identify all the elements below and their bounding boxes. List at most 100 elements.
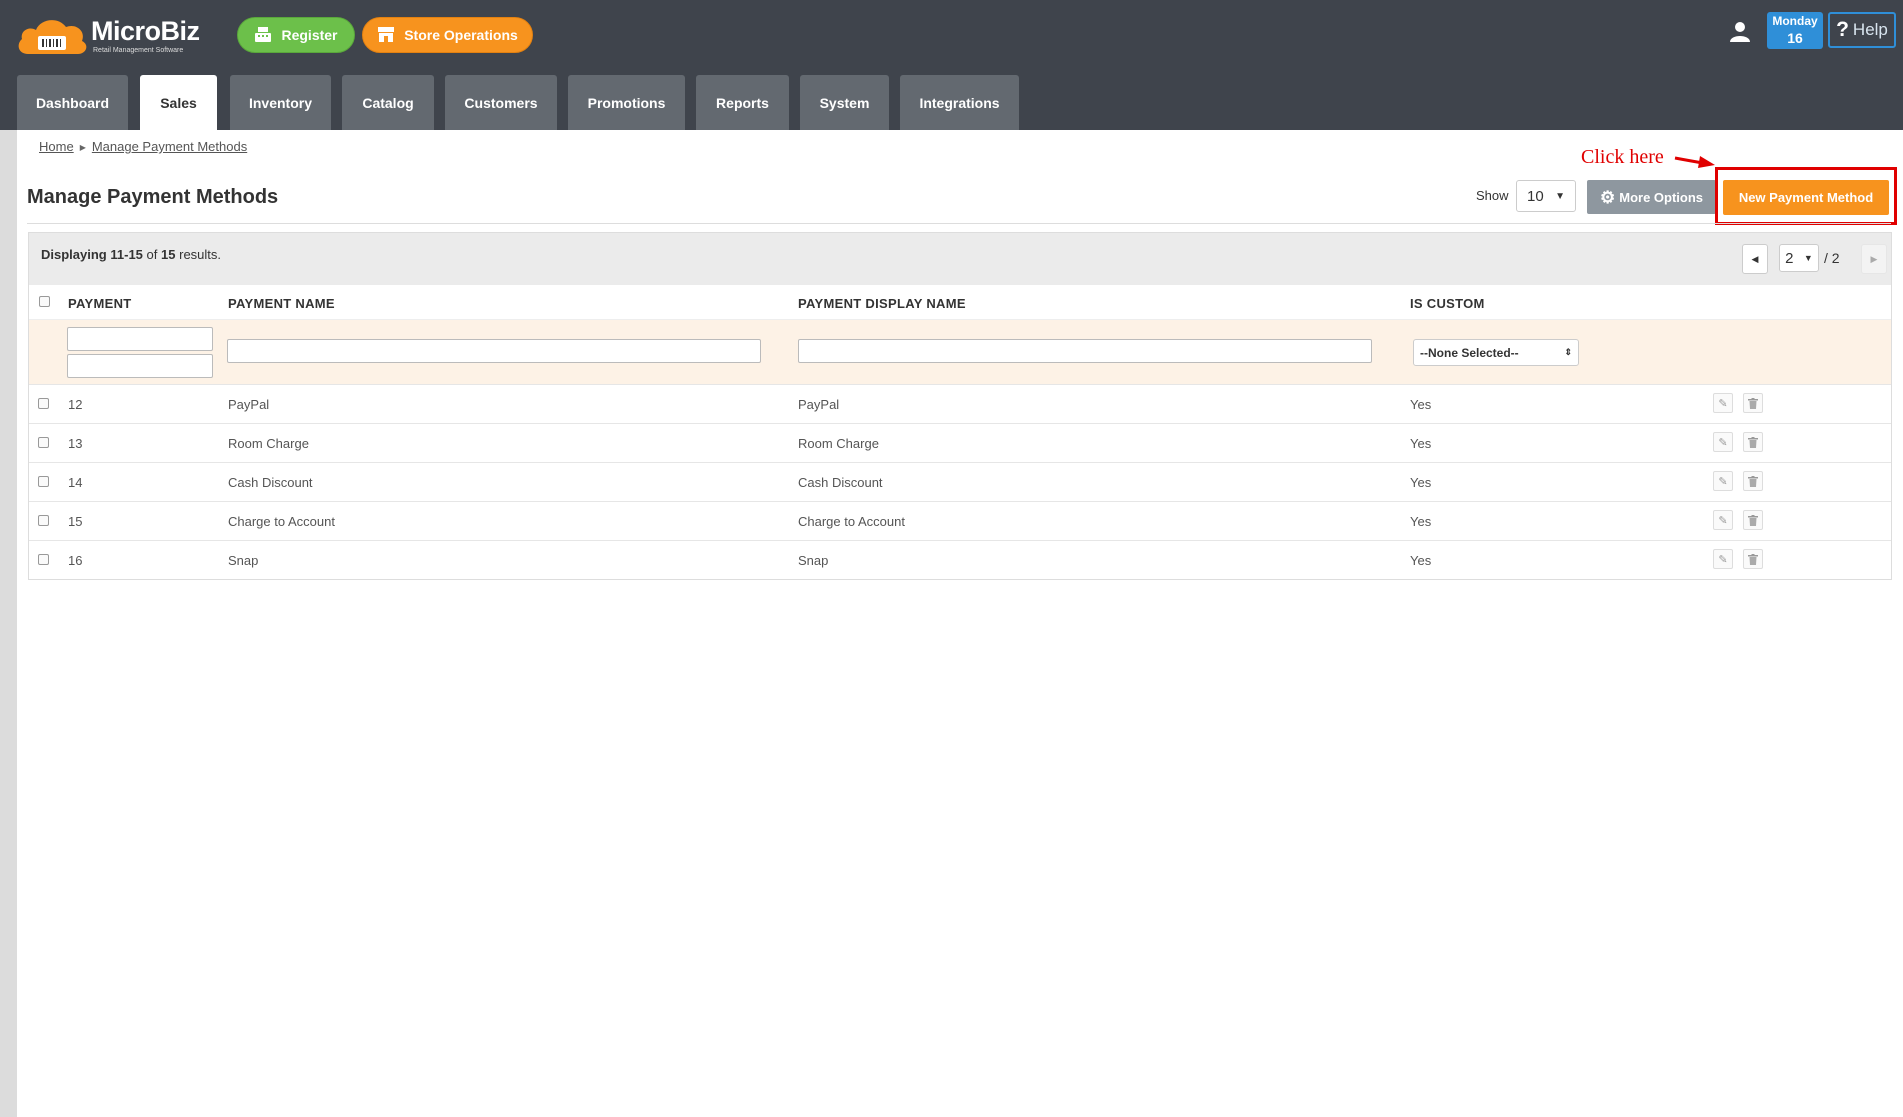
column-header-payment-display-name[interactable]: PAYMENT DISPLAY NAME <box>798 296 966 311</box>
table-row[interactable]: 16 Snap Snap Yes ✎ <box>29 541 1891 579</box>
payment-display-name-cell: Cash Discount <box>798 475 883 490</box>
column-header-row: PAYMENT PAYMENT NAME PAYMENT DISPLAY NAM… <box>29 285 1891 320</box>
store-operations-label: Store Operations <box>404 27 518 43</box>
question-mark-icon: ? <box>1836 18 1849 41</box>
trash-icon <box>1748 475 1758 487</box>
more-options-label: More Options <box>1619 189 1704 205</box>
payment-id-cell: 13 <box>68 436 83 451</box>
payment-id-from-filter[interactable] <box>67 327 213 351</box>
date-number: 16 <box>1787 30 1803 46</box>
top-header: MicroBiz Retail Management Software Regi… <box>0 0 1903 130</box>
show-per-page-value: 10 <box>1527 187 1544 205</box>
tab-inventory[interactable]: Inventory <box>230 75 331 130</box>
tab-promotions[interactable]: Promotions <box>568 75 685 130</box>
date-badge[interactable]: Monday 16 <box>1767 12 1823 49</box>
payment-id-cell: 16 <box>68 553 83 568</box>
payment-id-to-filter[interactable] <box>67 354 213 378</box>
edit-button[interactable]: ✎ <box>1713 393 1733 413</box>
caret-down-icon: ▼ <box>1803 253 1813 263</box>
edit-button[interactable]: ✎ <box>1713 432 1733 452</box>
column-header-payment-name[interactable]: PAYMENT NAME <box>228 296 335 311</box>
payment-display-name-filter[interactable] <box>798 339 1372 363</box>
register-label: Register <box>281 27 338 43</box>
tab-catalog[interactable]: Catalog <box>342 75 434 130</box>
left-edge-bar <box>0 0 17 1117</box>
payment-id-cell: 14 <box>68 475 83 490</box>
payment-name-cell: Room Charge <box>228 436 309 451</box>
filter-row: --None Selected-- ⇕ <box>29 320 1891 385</box>
payment-display-name-cell: PayPal <box>798 397 840 412</box>
page-title: Manage Payment Methods <box>27 186 279 208</box>
row-checkbox[interactable] <box>38 554 49 565</box>
payment-name-cell: Charge to Account <box>228 514 335 529</box>
column-header-is-custom[interactable]: IS CUSTOM <box>1410 296 1485 311</box>
page-select[interactable]: 2 ▼ <box>1779 244 1819 272</box>
brand-tagline: Retail Management Software <box>93 47 184 54</box>
delete-button[interactable] <box>1743 510 1763 530</box>
results-summary-of: of <box>146 247 158 262</box>
trash-icon <box>1748 397 1758 409</box>
row-checkbox[interactable] <box>38 437 49 448</box>
tab-customers[interactable]: Customers <box>445 75 557 130</box>
table-row[interactable]: 12 PayPal PayPal Yes ✎ <box>29 385 1891 424</box>
page-current: 2 <box>1785 249 1794 267</box>
pencil-icon: ✎ <box>1718 553 1728 566</box>
results-summary: Displaying 11-15 of 15 results. <box>41 247 221 262</box>
delete-button[interactable] <box>1743 393 1763 413</box>
delete-button[interactable] <box>1743 432 1763 452</box>
edit-button[interactable]: ✎ <box>1713 471 1733 491</box>
show-label: Show <box>1476 188 1509 203</box>
select-all-checkbox[interactable] <box>39 296 50 307</box>
breadcrumb-separator-icon: ▶ <box>79 143 86 152</box>
breadcrumb-home-link[interactable]: Home <box>39 139 74 154</box>
pencil-icon: ✎ <box>1718 397 1728 410</box>
pencil-icon: ✎ <box>1718 475 1728 488</box>
payment-name-cell: PayPal <box>228 397 270 412</box>
show-per-page-select[interactable]: 10 ▼ <box>1516 180 1576 212</box>
results-summary-total: 15 <box>161 247 176 262</box>
store-icon <box>378 27 395 42</box>
user-icon[interactable] <box>1728 20 1752 44</box>
breadcrumb-current-link[interactable]: Manage Payment Methods <box>92 139 247 154</box>
next-page-button[interactable]: ▶ <box>1861 244 1887 274</box>
payment-id-cell: 12 <box>68 397 83 412</box>
date-day: Monday <box>1772 14 1818 28</box>
column-header-payment[interactable]: PAYMENT <box>68 296 132 311</box>
delete-button[interactable] <box>1743 471 1763 491</box>
tab-reports[interactable]: Reports <box>696 75 789 130</box>
tab-sales[interactable]: Sales <box>140 75 217 130</box>
tab-integrations[interactable]: Integrations <box>900 75 1019 130</box>
logo[interactable]: MicroBiz Retail Management Software <box>16 12 206 56</box>
click-here-annotation: Click here <box>1581 146 1664 168</box>
is-custom-filter-select[interactable]: --None Selected-- ⇕ <box>1413 339 1579 366</box>
row-checkbox[interactable] <box>38 515 49 526</box>
up-down-caret-icon: ⇕ <box>1564 347 1572 357</box>
is-custom-cell: Yes <box>1410 436 1432 451</box>
more-options-button[interactable]: ⚙ More Options <box>1587 180 1716 214</box>
payment-methods-grid: Displaying 11-15 of 15 results. ◀ 2 ▼ / … <box>28 232 1892 580</box>
tab-dashboard[interactable]: Dashboard <box>17 75 128 130</box>
title-divider <box>27 223 1891 224</box>
delete-button[interactable] <box>1743 549 1763 569</box>
previous-page-button[interactable]: ◀ <box>1742 244 1768 274</box>
table-row[interactable]: 13 Room Charge Room Charge Yes ✎ <box>29 424 1891 463</box>
gear-icon: ⚙ <box>1599 187 1616 207</box>
caret-left-icon: ◀ <box>1751 253 1759 264</box>
help-button[interactable]: ? Help <box>1828 12 1896 48</box>
edit-button[interactable]: ✎ <box>1713 549 1733 569</box>
register-button[interactable]: Register <box>237 17 355 53</box>
tab-system[interactable]: System <box>800 75 889 130</box>
row-checkbox[interactable] <box>38 476 49 487</box>
trash-icon <box>1748 514 1758 526</box>
row-checkbox[interactable] <box>38 398 49 409</box>
grid-summary-bar: Displaying 11-15 of 15 results. ◀ 2 ▼ / … <box>29 233 1891 286</box>
table-row[interactable]: 14 Cash Discount Cash Discount Yes ✎ <box>29 463 1891 502</box>
payment-display-name-cell: Snap <box>798 553 829 568</box>
payment-name-filter[interactable] <box>227 339 761 363</box>
table-row[interactable]: 15 Charge to Account Charge to Account Y… <box>29 502 1891 541</box>
results-summary-prefix: Displaying <box>41 247 107 262</box>
edit-button[interactable]: ✎ <box>1713 510 1733 530</box>
store-operations-button[interactable]: Store Operations <box>362 17 533 53</box>
pencil-icon: ✎ <box>1718 514 1728 527</box>
is-custom-filter-value: --None Selected-- <box>1420 345 1519 360</box>
